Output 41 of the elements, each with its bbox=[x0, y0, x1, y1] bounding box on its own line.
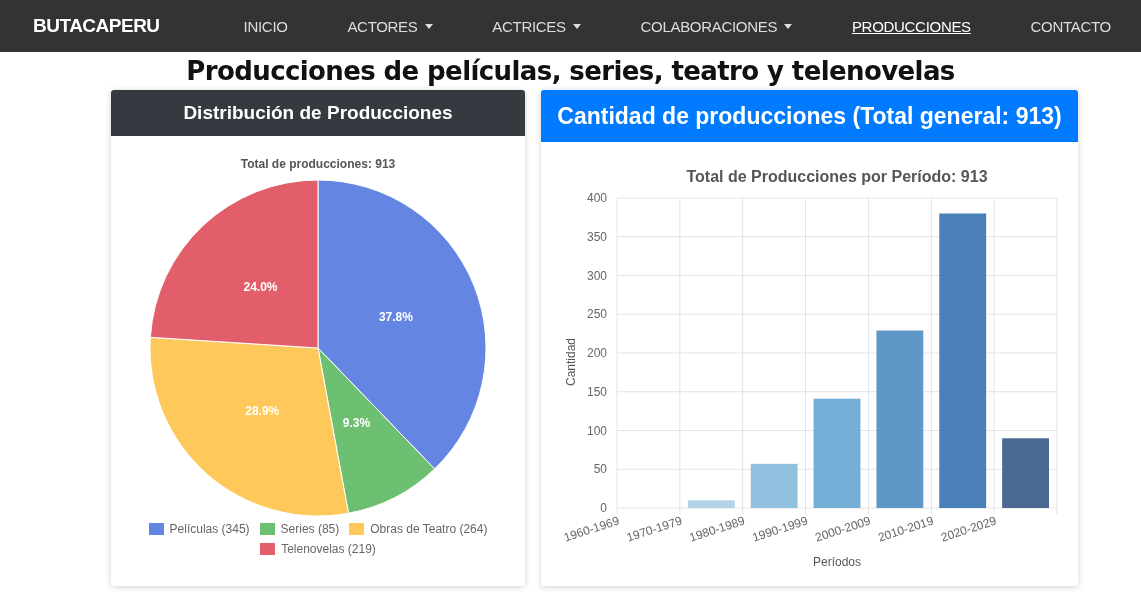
y-axis-label: Cantidad bbox=[564, 338, 578, 386]
slice-label: 9.3% bbox=[342, 415, 371, 430]
axis-tick-label: 0 bbox=[600, 501, 607, 515]
chart-title: Total de Producciones por Período: 913 bbox=[686, 168, 988, 185]
chart-title: Total de producciones: 913 bbox=[240, 157, 396, 171]
nav-link[interactable]: CONTACTO bbox=[1030, 17, 1111, 35]
axis-tick-label: 100 bbox=[586, 423, 607, 438]
card-title: Distribución de Producciones bbox=[183, 102, 453, 124]
nav-link[interactable]: ACTRICES bbox=[492, 17, 581, 35]
axis-tick-label: 200 bbox=[586, 346, 607, 360]
nav-link[interactable]: ACTORES bbox=[347, 17, 433, 35]
legend-label[interactable]: Películas (345) bbox=[169, 522, 250, 536]
axis-tick-label: 300 bbox=[586, 268, 607, 283]
axis-tick-label: 150 bbox=[586, 384, 607, 399]
bar bbox=[750, 463, 798, 508]
legend-swatch bbox=[349, 523, 365, 535]
brand-logo[interactable]: BUTACAPERU bbox=[33, 15, 160, 37]
page-title: Producciones de películas, series, teatro y telenovelas bbox=[185, 55, 956, 88]
axis-tick-label: 350 bbox=[586, 229, 607, 244]
legend-label[interactable]: Series (85) bbox=[280, 522, 340, 536]
caret-icon bbox=[572, 23, 581, 29]
slice-label: 28.9% bbox=[245, 403, 280, 418]
card-title: Cantidad de producciones (Total general: 913) bbox=[557, 102, 1062, 130]
legend-swatch bbox=[259, 523, 275, 535]
bar bbox=[687, 500, 735, 508]
legend-label[interactable]: Obras de Teatro (264) bbox=[370, 522, 488, 536]
nav-link[interactable]: COLABORACIONES bbox=[640, 17, 793, 35]
axis-tick-label: 50 bbox=[593, 462, 607, 477]
x-axis-label: Períodos bbox=[813, 555, 861, 569]
slice-label: 24.0% bbox=[243, 279, 278, 294]
bar bbox=[1002, 438, 1049, 508]
caret-icon bbox=[424, 23, 433, 29]
nav-link[interactable]: INICIO bbox=[243, 17, 288, 35]
nav-link[interactable]: PRODUCCIONES bbox=[851, 17, 971, 35]
legend-swatch bbox=[260, 543, 276, 555]
caret-icon bbox=[784, 23, 793, 29]
slice-label: 37.8% bbox=[378, 309, 413, 324]
legend-label[interactable]: Telenovelas (219) bbox=[281, 542, 376, 556]
axis-tick-label: 250 bbox=[586, 307, 607, 322]
legend-swatch bbox=[148, 523, 164, 535]
axis-tick-label: 400 bbox=[586, 191, 607, 205]
